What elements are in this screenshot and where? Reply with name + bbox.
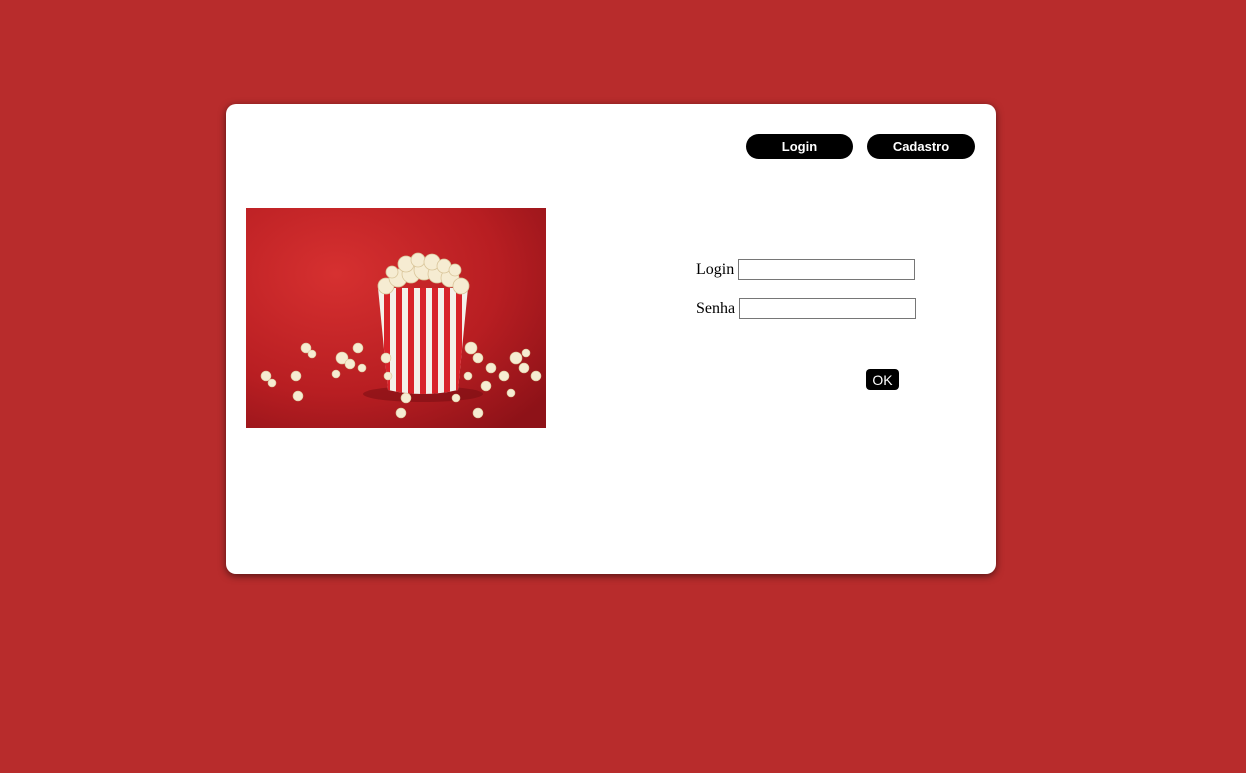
senha-row: Senha [696, 298, 917, 319]
nav-cadastro-button[interactable]: Cadastro [867, 134, 975, 159]
login-label: Login [696, 260, 735, 278]
nav-login-button[interactable]: Login [746, 134, 853, 159]
senha-input[interactable] [739, 298, 917, 319]
login-card: Login Cadastro Login Senha OK [226, 104, 996, 574]
popcorn-image [246, 208, 546, 428]
ok-button[interactable]: OK [866, 369, 899, 390]
login-input[interactable] [738, 259, 916, 280]
senha-label: Senha [696, 299, 736, 317]
login-row: Login [696, 259, 916, 280]
